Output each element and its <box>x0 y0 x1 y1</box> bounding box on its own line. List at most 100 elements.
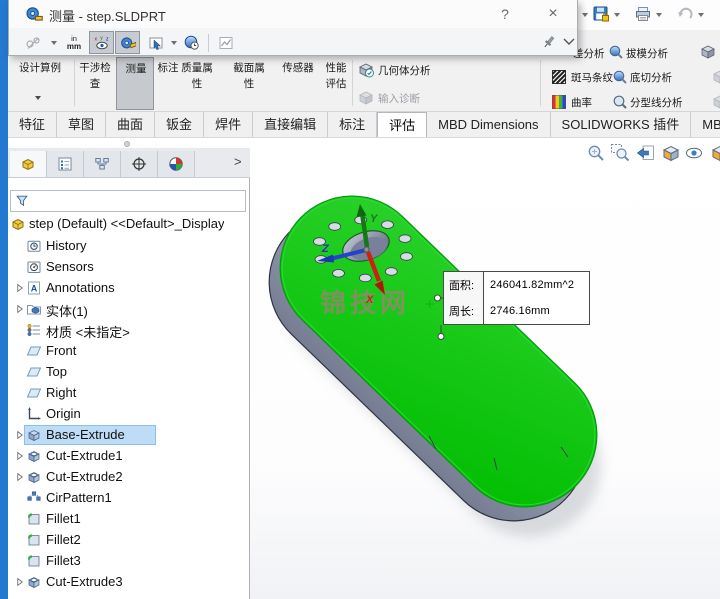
undercut-analysis-button[interactable]: 底切分析 <box>630 70 678 86</box>
tree-item-base-extrude[interactable]: Base-Extrude <box>8 425 248 446</box>
tree-item-history[interactable]: History <box>8 236 248 257</box>
tab-display-manager[interactable] <box>158 151 195 177</box>
tree-item-cirpattern1[interactable]: CirPattern1 <box>8 488 248 509</box>
expand-arrow-icon[interactable] <box>14 450 26 462</box>
interference-check-button[interactable]: 干涉检查 <box>78 60 112 92</box>
point-to-point-caret[interactable] <box>171 41 177 45</box>
measurement-history-button[interactable] <box>179 31 205 54</box>
expand-arrow-icon[interactable] <box>14 576 26 588</box>
tab-sheet-metal[interactable]: 钣金 <box>155 112 205 137</box>
section-properties-button[interactable]: 截面属性 <box>232 60 266 92</box>
tree-root-label[interactable]: step (Default) <<Default>_Display <box>29 216 224 231</box>
tab-direct-editing[interactable]: 直接编辑 <box>253 112 329 137</box>
design-study-button[interactable]: 设计算例 <box>16 60 64 76</box>
measure-button-label[interactable]: 测量 <box>120 61 152 77</box>
tab-weldments[interactable]: 焊件 <box>204 112 254 137</box>
part-top-face-selected[interactable] <box>250 166 626 536</box>
save-dropdown-caret[interactable] <box>614 13 620 17</box>
quick-measure-button[interactable] <box>115 31 140 54</box>
tab-evaluate[interactable]: 评估 <box>377 112 428 137</box>
tab-dimxpert-manager[interactable] <box>121 151 158 177</box>
tree-item-label[interactable]: History <box>46 238 86 253</box>
tab-property-manager[interactable] <box>47 151 84 177</box>
splitter-handle[interactable] <box>124 141 130 147</box>
model-scene[interactable]: 锦技网 Z Y X <box>250 138 720 599</box>
dropdown-caret[interactable] <box>582 13 588 17</box>
tree-filter-input[interactable] <box>10 190 246 212</box>
tree-item-label[interactable]: Sensors <box>46 259 94 274</box>
expand-arrow-icon[interactable] <box>14 282 26 294</box>
tab-mbd[interactable]: MBD <box>691 112 720 137</box>
tree-item-cut-extrude3[interactable]: Cut-Extrude3 <box>8 572 248 593</box>
tree-item-label[interactable]: Fillet1 <box>46 511 81 526</box>
tree-item-label[interactable]: Right <box>46 385 76 400</box>
tree-item-label[interactable]: Fillet2 <box>46 532 81 547</box>
design-study-caret[interactable] <box>35 96 41 100</box>
partial-icon-row2[interactable] <box>712 69 720 85</box>
tree-item-label[interactable]: Cut-Extrude3 <box>46 574 123 589</box>
arc-measure-button[interactable] <box>19 31 47 54</box>
print-button[interactable] <box>634 5 652 23</box>
expand-arrow-icon[interactable] <box>14 471 26 483</box>
tree-item-cut-extrude1[interactable]: Cut-Extrude1 <box>8 446 248 467</box>
undo-dropdown-caret[interactable] <box>698 13 704 17</box>
help-button[interactable]: ? <box>493 3 517 25</box>
tree-item-annotations[interactable]: Annotations <box>8 278 248 299</box>
tree-item-label[interactable]: Base-Extrude <box>46 427 125 442</box>
tree-item-fillet3[interactable]: Fillet3 <box>8 551 248 572</box>
mass-properties-button[interactable]: 质量属性 <box>180 60 214 92</box>
measurement-callout[interactable]: 面积: 246041.82mm^2 周长: 2746.16mm <box>443 271 590 325</box>
collapse-dialog-chevron-icon[interactable] <box>563 37 575 46</box>
tree-item-label[interactable]: CirPattern1 <box>46 490 112 505</box>
tree-item-label[interactable]: Top <box>46 364 67 379</box>
tab-feature-manager[interactable] <box>10 151 47 177</box>
units-button[interactable]: in mm <box>61 31 87 54</box>
tree-item-label[interactable]: Front <box>46 343 76 358</box>
zebra-stripes-button[interactable]: 斑马条纹 <box>571 70 615 86</box>
tree-item-label[interactable]: Fillet3 <box>46 553 81 568</box>
close-button[interactable]: × <box>541 3 565 25</box>
tree-item-cut-extrude2[interactable]: Cut-Extrude2 <box>8 467 248 488</box>
tab-surfaces[interactable]: 曲面 <box>106 112 156 137</box>
measure-dialog-titlebar[interactable]: 测量 - step.SLDPRT ? × <box>9 0 577 28</box>
tree-item-right-plane[interactable]: Right <box>8 383 248 404</box>
tree-item-solid-bodies[interactable]: 实体(1) <box>8 299 248 320</box>
tree-item-fillet1[interactable]: Fillet1 <box>8 509 248 530</box>
panel-splitter[interactable] <box>8 138 250 148</box>
save-button[interactable] <box>592 5 610 23</box>
point-to-point-button[interactable] <box>143 31 169 54</box>
tab-features[interactable]: 特征 <box>8 112 58 137</box>
show-xyz-button[interactable] <box>89 31 114 54</box>
tree-item-top-plane[interactable]: Top <box>8 362 248 383</box>
tree-item-label[interactable]: Cut-Extrude1 <box>46 448 123 463</box>
panel-tab-overflow[interactable]: > <box>234 154 242 169</box>
undo-button[interactable] <box>676 5 694 23</box>
tab-markup[interactable]: 标注 <box>328 112 378 137</box>
pin-dialog-icon[interactable] <box>541 34 557 50</box>
tree-item-label[interactable]: Annotations <box>46 280 115 295</box>
tab-sketch[interactable]: 草图 <box>57 112 107 137</box>
tab-configuration-manager[interactable] <box>84 151 121 177</box>
graphics-viewport[interactable]: 锦技网 Z Y X 面积: 246041.82mm^2 周长: 2746.16m… <box>250 138 720 599</box>
tree-item-front-plane[interactable]: Front <box>8 341 248 362</box>
performance-evaluation-button[interactable]: 性能评估 <box>324 60 348 92</box>
tree-item-label[interactable]: 材质 <未指定> <box>46 322 130 341</box>
tree-item-material[interactable]: 材质 <未指定> <box>8 320 248 341</box>
tree-root[interactable]: step (Default) <<Default>_Display <box>8 214 248 235</box>
tree-item-label[interactable]: 实体(1) <box>46 301 88 320</box>
parting-line-analysis-button[interactable]: 分型线分析 <box>630 95 688 111</box>
expand-arrow-icon[interactable] <box>14 303 26 315</box>
tree-item-origin[interactable]: Origin <box>8 404 248 425</box>
draft-analysis-button[interactable]: 拔模分析 <box>626 46 674 62</box>
tab-solidworks-addins[interactable]: SOLIDWORKS 插件 <box>551 112 692 137</box>
arc-measure-caret[interactable] <box>51 41 57 45</box>
geometry-analysis-button[interactable]: 几何体分析 <box>378 63 442 79</box>
tolerance-analysis-button[interactable]: 差分析 <box>573 46 613 62</box>
tree-item-fillet2[interactable]: Fillet2 <box>8 530 248 551</box>
tree-item-sensors[interactable]: Sensors <box>8 257 248 278</box>
markup-button[interactable]: 标注 <box>156 60 180 76</box>
curvature-button[interactable]: 曲率 <box>571 95 599 111</box>
tree-item-label[interactable]: Cut-Extrude2 <box>46 469 123 484</box>
partial-icon-row3[interactable] <box>712 94 720 110</box>
sensor-button[interactable]: 传感器 <box>280 60 316 76</box>
